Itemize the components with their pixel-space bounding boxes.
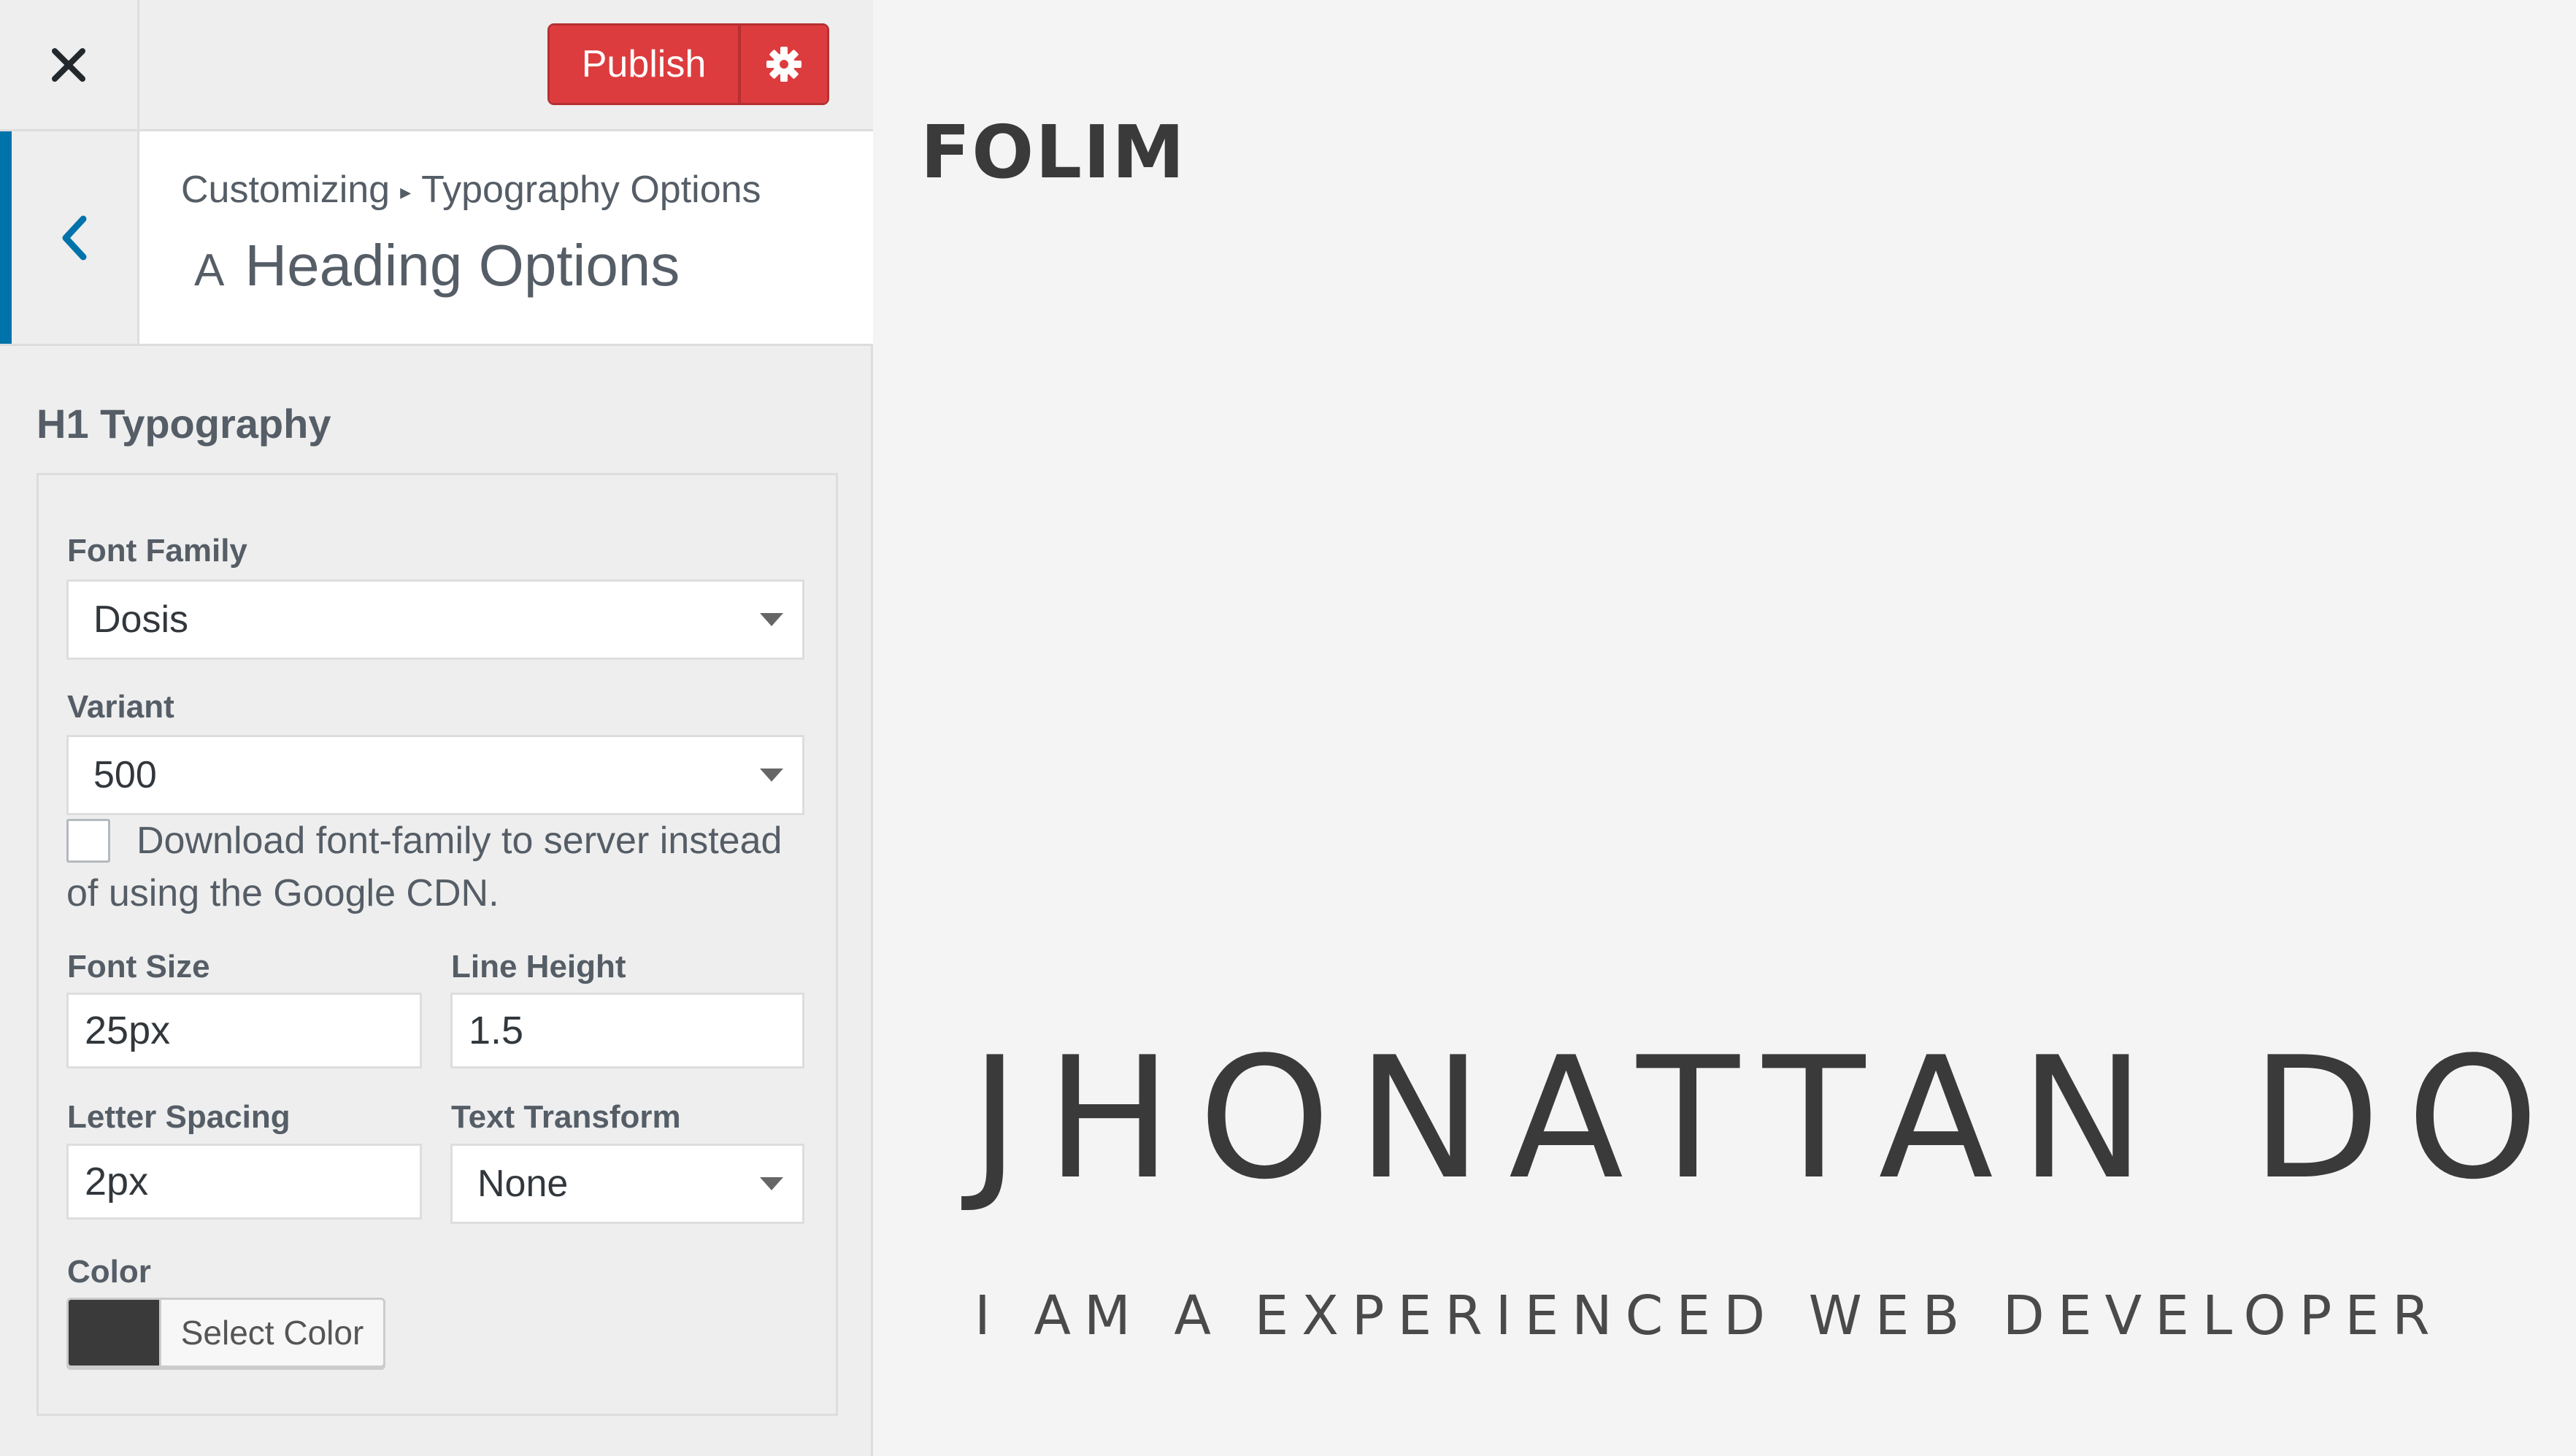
download-font-checkbox[interactable] <box>66 819 110 863</box>
chevron-left-icon <box>62 215 87 260</box>
chevron-down-icon <box>760 769 783 782</box>
color-swatch <box>69 1300 161 1366</box>
line-height-input[interactable]: 1.5 <box>450 993 804 1068</box>
customizer-topbar: Publish <box>0 0 873 131</box>
breadcrumb-separator: ▸ <box>400 180 412 204</box>
variant-select[interactable]: 500 <box>66 735 804 815</box>
typography-icon: A <box>194 245 225 296</box>
chevron-down-icon <box>760 613 783 626</box>
back-button[interactable] <box>0 131 139 344</box>
gear-icon <box>766 47 801 82</box>
site-logo[interactable]: FOLIM <box>920 109 1186 195</box>
text-transform-select[interactable]: None <box>450 1144 804 1224</box>
font-size-label: Font Size <box>67 949 210 985</box>
page-title-text: Heading Options <box>245 233 680 298</box>
font-family-select[interactable]: Dosis <box>66 579 804 660</box>
line-height-label: Line Height <box>451 949 626 985</box>
close-icon <box>52 47 85 82</box>
publish-button[interactable]: Publish <box>550 26 741 103</box>
letter-spacing-input[interactable]: 2px <box>66 1144 422 1220</box>
font-size-input[interactable]: 25px <box>66 993 422 1068</box>
h1-typography-title: H1 Typography <box>36 401 331 447</box>
section-header: Customizing ▸ Typography Options A Heading… <box>0 131 873 346</box>
font-family-value: Dosis <box>93 598 189 641</box>
customizer-sidebar: Publish Customizing ▸ Typography Options… <box>0 0 873 1456</box>
color-picker-button[interactable]: Select Color <box>66 1298 385 1368</box>
page-title: A Heading Options <box>194 232 680 299</box>
download-font-label: Download font-family to server instead o… <box>66 820 783 914</box>
hero-tagline: I AM A EXPERIENCED WEB DEVELOPER <box>974 1284 2443 1347</box>
breadcrumb: Customizing ▸ Typography Options <box>181 168 761 212</box>
customizer-window: Publish Customizing ▸ Typography Options… <box>0 0 2576 1456</box>
hero-heading: JHONATTAN DOE <box>970 1022 2576 1217</box>
variant-value: 500 <box>93 754 157 796</box>
text-transform-label: Text Transform <box>451 1099 681 1135</box>
chevron-down-icon <box>760 1177 783 1190</box>
letter-spacing-label: Letter Spacing <box>67 1099 291 1135</box>
site-preview: FOLIM JHONATTAN DOE I AM A EXPERIENCED W… <box>875 0 2576 1456</box>
publish-button-group: Publish <box>547 23 829 105</box>
color-label: Color <box>67 1254 151 1290</box>
font-family-label: Font Family <box>67 533 247 569</box>
publish-settings-button[interactable] <box>741 26 827 103</box>
close-button[interactable] <box>0 0 139 129</box>
breadcrumb-root: Customizing <box>181 169 391 211</box>
breadcrumb-current: Typography Options <box>421 169 761 211</box>
variant-label: Variant <box>67 689 174 725</box>
text-transform-value: None <box>477 1163 569 1205</box>
select-color-label: Select Color <box>180 1314 364 1352</box>
